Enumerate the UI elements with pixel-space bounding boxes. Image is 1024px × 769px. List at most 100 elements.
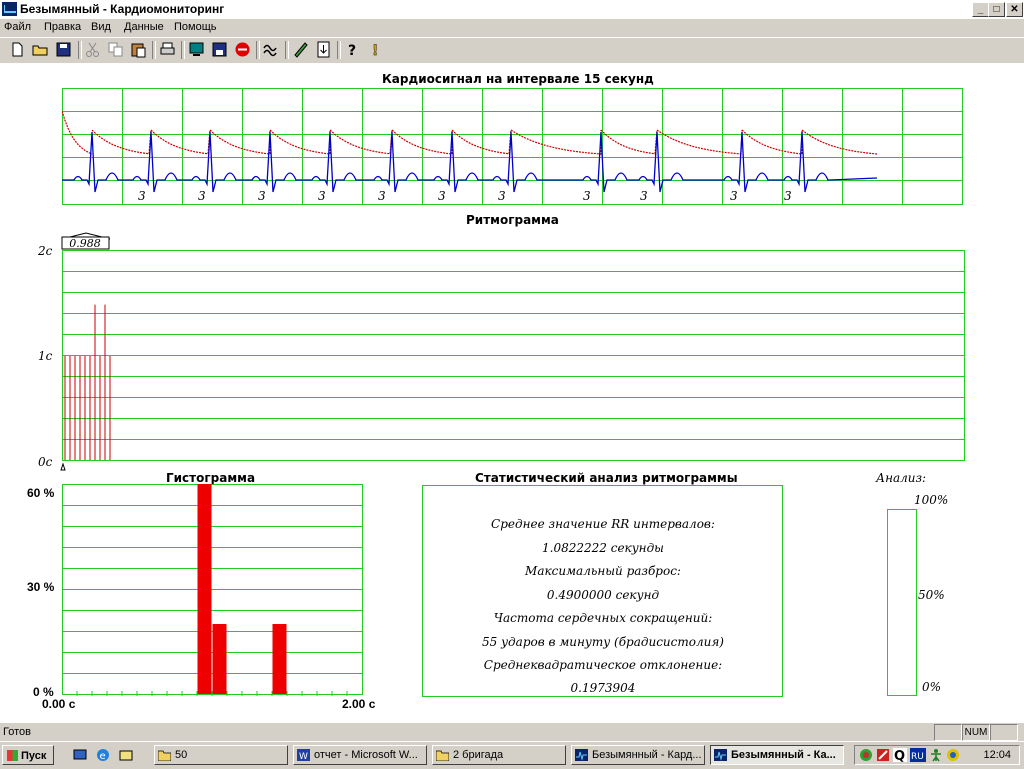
stat-hr-label: Частота сердечных сокращений: xyxy=(493,611,713,625)
hist-bar xyxy=(272,624,287,694)
ecg-beat-label: 3 xyxy=(784,189,792,203)
word-icon: W xyxy=(297,749,310,761)
stat-rr-value: 1.0822222 секунды xyxy=(542,541,664,555)
ecg-beat-label: 3 xyxy=(583,189,591,203)
internet-explorer-icon[interactable]: e xyxy=(96,748,110,762)
copy-icon[interactable] xyxy=(107,41,124,58)
menu-edit[interactable]: Правка xyxy=(44,21,81,33)
histogram-chart xyxy=(62,484,363,696)
save-data-icon[interactable] xyxy=(211,41,228,58)
quicktime-icon[interactable]: Q xyxy=(893,748,907,762)
cut-icon[interactable] xyxy=(84,41,101,58)
open-folder-icon[interactable] xyxy=(32,41,49,58)
close-button[interactable]: ✕ xyxy=(1006,2,1023,17)
stat-sd-label: Среднеквадратическое отклонение: xyxy=(483,658,723,672)
window-title: Безымянный - Кардиомониторинг xyxy=(20,2,225,16)
client-area: Кардиосигнал на интервале 15 секунд 3333… xyxy=(0,63,1024,721)
svg-text:!: ! xyxy=(372,43,378,58)
rhythmogram-title: Ритмограмма xyxy=(466,213,559,227)
ecg-beat-label: 3 xyxy=(640,189,648,203)
ecg-beat-label: 3 xyxy=(730,189,738,203)
ecg-beat-label: 3 xyxy=(318,189,326,203)
stop-icon[interactable] xyxy=(234,41,251,58)
svg-text:e: e xyxy=(100,751,106,762)
new-file-icon[interactable] xyxy=(9,41,26,58)
ecg-beat-label: 3 xyxy=(378,189,386,203)
paste-icon[interactable] xyxy=(130,41,147,58)
stat-range-value: 0.4900000 секунд xyxy=(546,588,660,602)
cardio-app-icon xyxy=(575,749,588,761)
analysis-50: 50% xyxy=(918,588,945,602)
stat-range-label: Максимальный разброс: xyxy=(525,564,681,578)
save-icon[interactable] xyxy=(55,41,72,58)
language-icon[interactable]: RU xyxy=(910,748,926,762)
cursor-value: 0.988 xyxy=(69,237,101,250)
histogram-title: Гистограмма xyxy=(166,471,256,485)
ecg-beat-label: 3 xyxy=(138,189,146,203)
rhythm-axis-2c: 2c xyxy=(38,244,53,258)
svg-text:RU: RU xyxy=(911,752,924,762)
tray-app-icon[interactable] xyxy=(946,748,960,762)
outlook-express-icon[interactable] xyxy=(119,748,133,762)
waveform-icon[interactable] xyxy=(263,41,280,58)
hist-bar xyxy=(197,484,212,694)
windows-logo-icon xyxy=(7,750,18,761)
start-button[interactable]: Пуск xyxy=(2,745,54,765)
start-label: Пуск xyxy=(21,750,47,762)
minimize-button[interactable]: _ xyxy=(972,2,989,17)
folder-icon xyxy=(436,750,449,761)
hist-y-30: 30 % xyxy=(27,580,55,594)
stat-rr-label: Среднее значение RR интервалов: xyxy=(491,517,715,531)
task-folder-50[interactable]: 50 xyxy=(154,745,288,765)
cursor-marker[interactable]: 0.988 xyxy=(60,231,112,251)
menu-help[interactable]: Помощь xyxy=(174,21,217,33)
hist-x-0: 0.00 c xyxy=(42,697,76,711)
menu-data[interactable]: Данные xyxy=(124,21,164,33)
status-bar: Готов NUM xyxy=(0,722,1024,742)
accessibility-icon[interactable] xyxy=(929,748,943,762)
menu-file[interactable]: Файл xyxy=(4,21,31,33)
task-folder-brigade[interactable]: 2 бригада xyxy=(432,745,566,765)
stats-title: Статистический анализ ритмограммы xyxy=(475,471,738,485)
rhythmogram-chart xyxy=(60,250,965,471)
ecg-beat-label: 3 xyxy=(438,189,446,203)
task-cardio-1[interactable]: Безымянный - Кард... xyxy=(571,745,705,765)
ecg-beat-label: 3 xyxy=(498,189,506,203)
pen-icon[interactable] xyxy=(292,41,309,58)
cardio-app-icon xyxy=(714,749,727,761)
clock[interactable]: 12:04 xyxy=(983,749,1011,761)
antivirus-icon[interactable] xyxy=(876,748,890,762)
maximize-button[interactable]: □ xyxy=(988,2,1005,17)
svg-text:W: W xyxy=(299,752,308,761)
stats-panel: Среднее значение RR интервалов: 1.082222… xyxy=(422,485,783,697)
title-bar: Безымянный - Кардиомониторинг _ □ ✕ xyxy=(0,0,1024,20)
svg-text:Q: Q xyxy=(894,749,905,762)
rhythm-cursor-triangle xyxy=(60,462,66,471)
svg-text:?: ? xyxy=(348,43,356,58)
show-desktop-icon[interactable] xyxy=(73,748,87,762)
menu-view[interactable]: Вид xyxy=(91,21,111,33)
system-tray: Q RU 12:04 xyxy=(854,745,1020,765)
taskbar: Пуск e 50 W отчет - Microsoft W... 2 бри… xyxy=(0,741,1024,769)
toolbar: ? ! xyxy=(0,37,1024,64)
folder-icon xyxy=(158,750,171,761)
network-icon[interactable] xyxy=(859,748,873,762)
monitor-icon[interactable] xyxy=(188,41,205,58)
analysis-gauge xyxy=(887,509,917,696)
status-panel-caps xyxy=(934,724,962,741)
task-cardio-2[interactable]: Безымянный - Ка... xyxy=(710,745,844,765)
ecg-chart: 3 3 3 3 3 3 3 3 3 3 3 xyxy=(62,88,963,205)
about-icon[interactable]: ! xyxy=(367,41,384,58)
stat-hr-value: 55 ударов в минуту (брадисистолия) xyxy=(482,635,724,649)
ecg-beat-label: 3 xyxy=(258,189,266,203)
analysis-100: 100% xyxy=(914,493,949,507)
help-icon[interactable]: ? xyxy=(344,41,361,58)
document-down-icon[interactable] xyxy=(315,41,332,58)
hist-x-2: 2.00 c xyxy=(342,697,376,711)
hist-y-60: 60 % xyxy=(27,486,55,500)
rhythm-axis-1c: 1c xyxy=(38,349,53,363)
status-panel-num: NUM xyxy=(962,724,990,741)
task-word[interactable]: W отчет - Microsoft W... xyxy=(293,745,427,765)
print-icon[interactable] xyxy=(159,41,176,58)
app-icon[interactable] xyxy=(2,2,17,16)
